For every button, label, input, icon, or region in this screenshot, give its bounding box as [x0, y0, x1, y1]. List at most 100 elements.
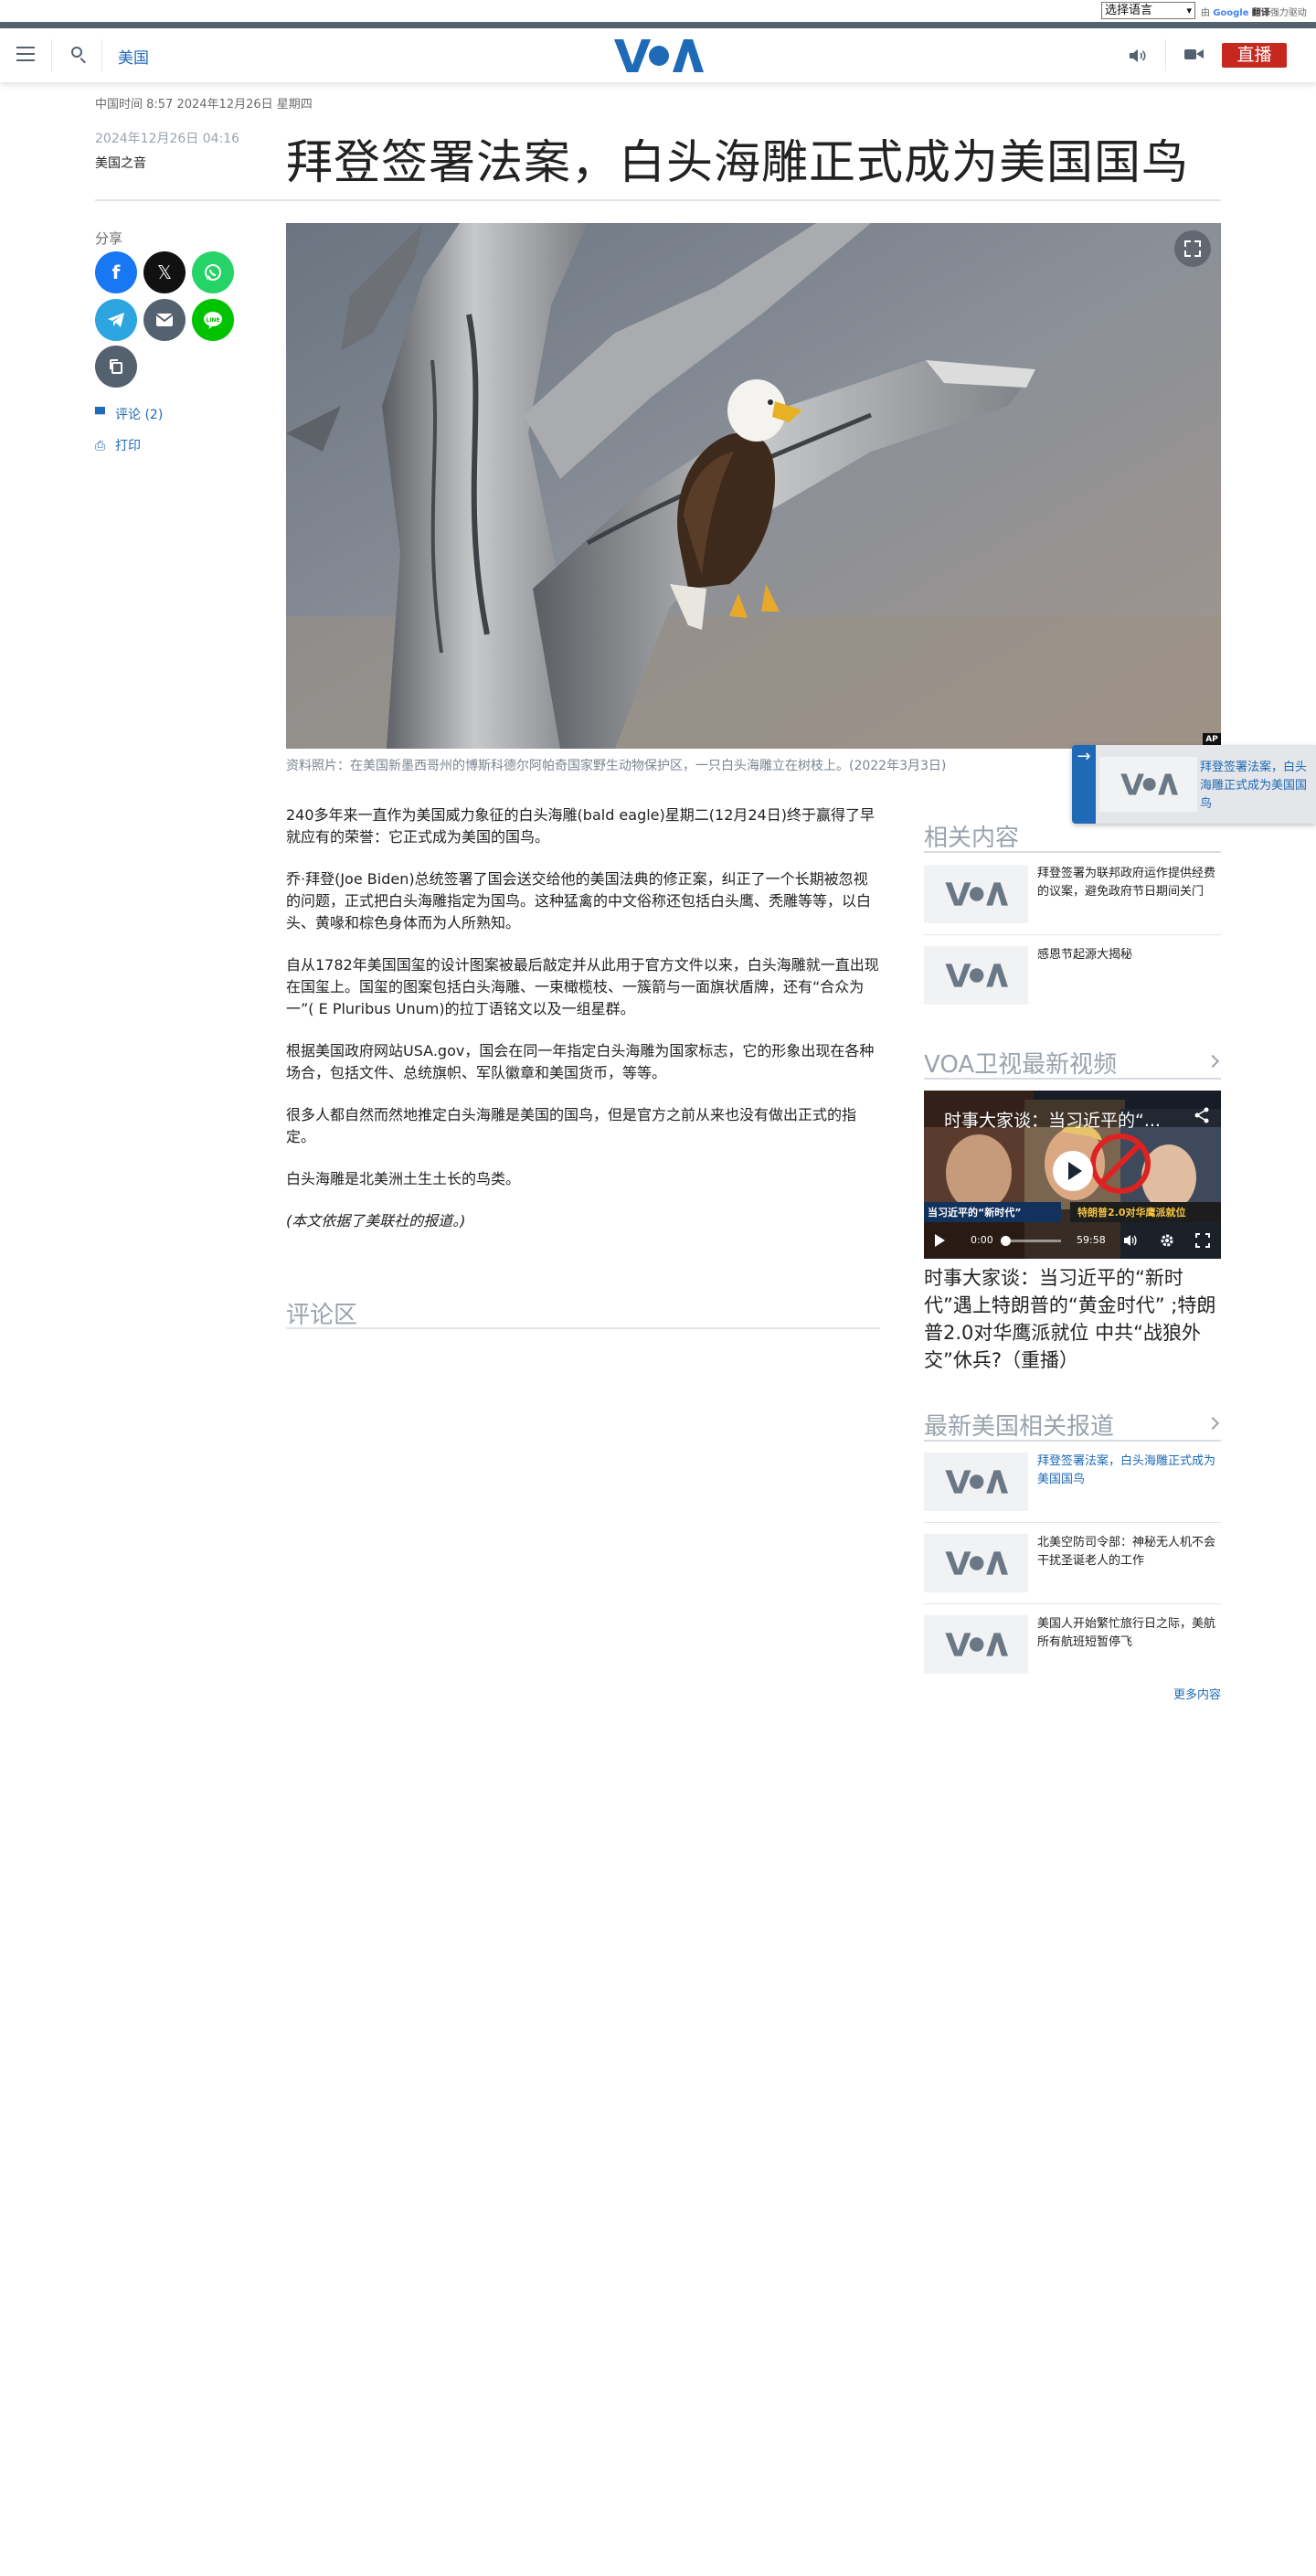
latest-title: 美国人开始繁忙旅行日之际，美航所有航班短暂停飞 [1037, 1617, 1216, 1649]
line-icon: LINE [204, 312, 222, 329]
share-icon[interactable] [1194, 1107, 1212, 1125]
powered-prefix: 由 [1201, 8, 1210, 18]
related-thumbnail [924, 865, 1028, 923]
latest-divider [924, 1440, 1221, 1442]
print-icon: ⎙ [95, 439, 106, 453]
fullscreen-icon[interactable] [1195, 1233, 1210, 1248]
google-powered-label: 由 Google 翻译强力驱动 [1201, 5, 1307, 18]
print-link-label: 打印 [115, 439, 141, 453]
more-content-link[interactable]: 更多内容 [1173, 1685, 1221, 1702]
author-link[interactable]: 美国之音 [95, 154, 146, 172]
play-button[interactable] [1053, 1151, 1093, 1191]
whatsapp-share-button[interactable] [192, 251, 234, 293]
image-caption: 资料照片：在美国新墨西哥州的博斯科德尔阿帕奇国家野生动物保护区，一只白头海雕立在… [286, 759, 947, 773]
chevron-right-icon[interactable] [1205, 1054, 1220, 1069]
voa-logo[interactable] [612, 37, 704, 74]
email-icon [155, 314, 174, 326]
hamburger-menu-icon[interactable] [16, 47, 35, 63]
top-stripe [0, 22, 1316, 28]
latest-item[interactable]: 北美空防司令部：神秘无人机不会干扰圣诞老人的工作 [924, 1534, 1221, 1592]
article-body: 240多年来一直作为美国威力象征的白头海雕(bald eagle)星期二(12月… [286, 804, 880, 1252]
video-time-current: 0:00 [971, 1234, 993, 1246]
video-camera-icon[interactable] [1184, 46, 1205, 64]
hero-image [286, 223, 1221, 749]
speaker-icon[interactable] [1127, 45, 1149, 67]
section-link-usa[interactable]: 美国 [118, 45, 149, 68]
language-select[interactable]: 选择语言 [1101, 2, 1195, 19]
search-icon[interactable] [69, 45, 90, 65]
video-time-total: 59:58 [1077, 1234, 1106, 1246]
list-divider [924, 1603, 1221, 1604]
settings-icon[interactable] [1159, 1232, 1175, 1249]
play-icon[interactable] [935, 1234, 945, 1247]
x-share-button[interactable]: 𝕏 [143, 251, 186, 293]
comments-divider [286, 1327, 880, 1329]
source-note: (本文依据了美联社的报道。) [286, 1212, 466, 1229]
telegram-share-button[interactable] [95, 299, 137, 341]
related-item[interactable]: 感恩节起源大揭秘 [924, 946, 1221, 1005]
video-section-divider [924, 1078, 1221, 1080]
article-paragraph: 很多人都自然而然地推定白头海雕是美国的国鸟，但是官方之前从来也没有做出正式的指定… [286, 1106, 857, 1145]
float-card-title: 拜登签署法案，白头海雕正式成为美国国鸟 [1200, 761, 1308, 811]
chevron-right-icon[interactable] [1205, 1416, 1220, 1431]
latest-title: 拜登签署法案，白头海雕正式成为美国国鸟 [1037, 1454, 1216, 1486]
header-divider [1165, 39, 1166, 71]
image-credit-badge: AP [1203, 733, 1221, 746]
video-banner-right: 特朗普2.0对华鹰派就位 [1077, 1207, 1186, 1219]
related-divider [924, 851, 1221, 853]
header-divider [51, 39, 52, 71]
video-progress-handle[interactable] [1001, 1236, 1011, 1246]
related-title: 拜登签署为联邦政府运作提供经费的议案，避免政府节日期间关门 [1037, 867, 1216, 899]
related-item[interactable]: 拜登签署为联邦政府运作提供经费的议案，避免政府节日期间关门 [924, 865, 1221, 923]
svg-text:LINE: LINE [206, 317, 219, 324]
facebook-share-button[interactable]: f [95, 251, 137, 293]
share-label: 分享 [95, 230, 123, 247]
article-paragraph: 自从1782年美国国玺的设计图案被最后敲定并从此用于官方文件以来，白头海雕就一直… [286, 956, 879, 1017]
arrow-right-icon[interactable]: → [1072, 745, 1096, 824]
list-divider [924, 934, 1221, 935]
latest-thumbnail [924, 1453, 1028, 1511]
latest-title: 北美空防司令部：神秘无人机不会干扰圣诞老人的工作 [1037, 1536, 1216, 1568]
latest-thumbnail [924, 1615, 1028, 1674]
google-translate-bar: 选择语言 由 Google 翻译强力驱动 [0, 0, 1316, 22]
related-thumbnail [924, 946, 1028, 1005]
article-paragraph: 根据美国政府网站USA.gov，国会在同一年指定白头海雕为国家标志，它的形象出现… [286, 1042, 875, 1081]
line-share-button[interactable]: LINE [192, 299, 234, 341]
article-paragraph: 白头海雕是北美洲土生土长的鸟类。 [286, 1170, 521, 1187]
dateline: 中国时间 8:57 2024年12月26日 星期四 [95, 98, 313, 112]
video-progress-track[interactable] [1001, 1236, 1061, 1246]
comments-link-label: 评论 (2) [115, 408, 164, 422]
telegram-icon [108, 313, 124, 327]
comments-heading: 评论区 [286, 1302, 358, 1329]
video-title-link[interactable]: 时事大家谈：当习近平的“新时代”遇上特朗普的“黄金时代” ;特朗普2.0对华鹰派… [924, 1264, 1221, 1374]
google-brand: Google [1213, 8, 1249, 18]
site-header: 美国 直播 [0, 28, 1316, 82]
video-banner-left: 当习近平的“新时代” [928, 1207, 1022, 1219]
print-link[interactable]: ⎙ 打印 [95, 436, 141, 454]
related-heading: 相关内容 [924, 825, 1020, 852]
play-icon [1068, 1162, 1082, 1180]
latest-item[interactable]: 拜登签署法案，白头海雕正式成为美国国鸟 [924, 1453, 1221, 1511]
latest-item[interactable]: 美国人开始繁忙旅行日之际，美航所有航班短暂停飞 [924, 1615, 1221, 1674]
fullscreen-icon[interactable] [1174, 230, 1211, 267]
volume-icon[interactable] [1122, 1232, 1139, 1249]
copy-link-button[interactable] [95, 346, 137, 388]
copy-link-icon [110, 359, 122, 374]
translate-link[interactable]: 翻译 [1252, 8, 1270, 18]
floating-article-card[interactable]: → 拜登签署法案，白头海雕正式成为美国国鸟 [1072, 745, 1316, 824]
latest-thumbnail [924, 1534, 1028, 1592]
video-section-heading[interactable]: VOA卫视最新视频 [924, 1046, 1117, 1080]
comments-link[interactable]: ▀ 评论 (2) [95, 405, 163, 423]
article-paragraph: 240多年来一直作为美国威力象征的白头海雕(bald eagle)星期二(12月… [286, 806, 875, 846]
list-divider [924, 1522, 1221, 1523]
header-divider [101, 39, 102, 71]
live-button[interactable]: 直播 [1222, 43, 1287, 68]
powered-suffix: 强力驱动 [1269, 8, 1307, 18]
facebook-icon: f [111, 261, 121, 283]
article-paragraph: 乔·拜登(Joe Biden)总统签署了国会送交给他的美国法典的修正案，纠正了一… [286, 870, 872, 931]
page-title: 拜登签署法案，白头海雕正式成为美国国鸟 [286, 136, 1190, 190]
video-player[interactable]: 时事大家谈：当习近平的“... 当习近平的“新时代” 特朗普2.0对华鹰派就位 … [924, 1091, 1221, 1259]
email-share-button[interactable] [143, 299, 186, 341]
title-divider [95, 199, 1221, 201]
latest-heading[interactable]: 最新美国相关报道 [924, 1408, 1114, 1442]
